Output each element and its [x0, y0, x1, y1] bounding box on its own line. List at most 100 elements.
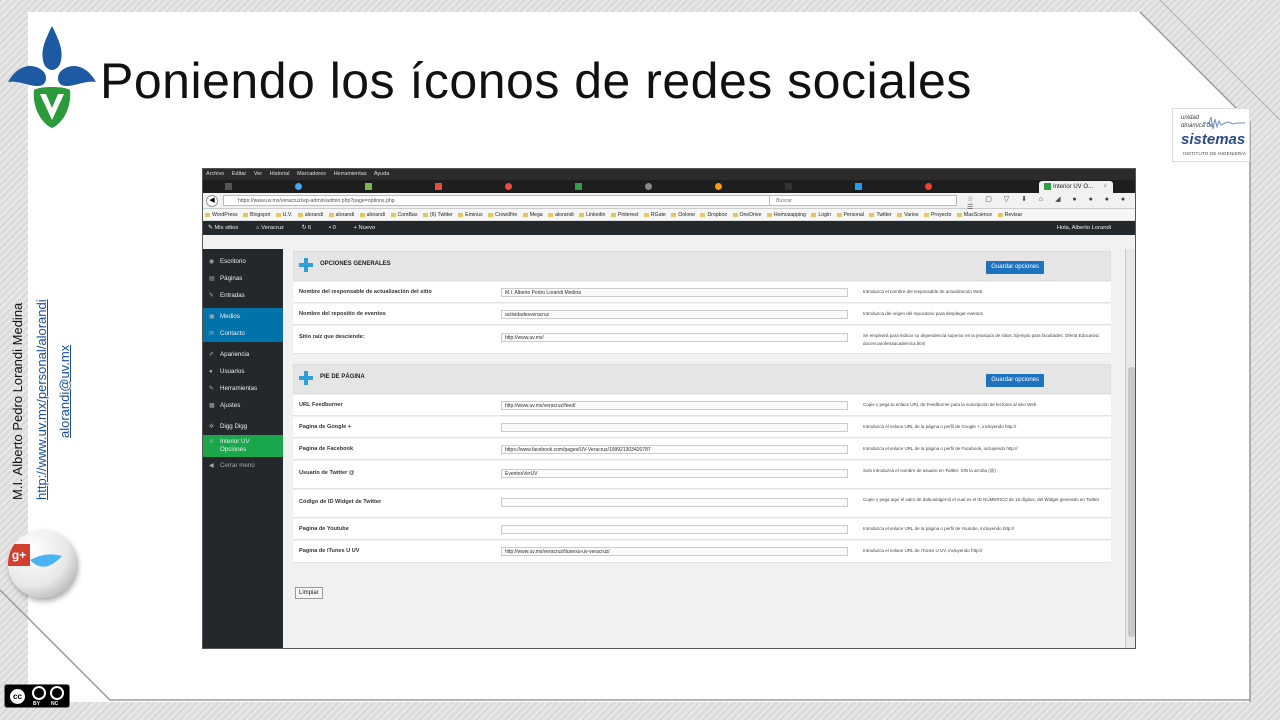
- bookmark-item[interactable]: OneDrive: [733, 212, 762, 218]
- wp-sidebar: ◉ Escritorio ▤ Páginas ✎ Entradas ▣ Medios ✉…: [203, 249, 283, 648]
- bookmark-item[interactable]: Homozapping: [767, 212, 806, 218]
- bookmark-item[interactable]: Eminus: [458, 212, 482, 218]
- scrollbar-thumb[interactable]: [1128, 367, 1135, 637]
- bookmark-item[interactable]: Dropbox: [700, 212, 727, 218]
- browser-tab-active[interactable]: Interior UV O... ×: [1039, 181, 1113, 193]
- sidebar-item-medios[interactable]: ▣ Medios: [203, 308, 283, 325]
- facebook-input[interactable]: https://www.facebook.com/pages/UV-Veracr…: [501, 445, 848, 454]
- bookmark-item[interactable]: Login: [811, 212, 831, 218]
- twitter-widget-input[interactable]: [501, 498, 848, 507]
- sidebar-item-herramientas[interactable]: ✎ Herramientas: [203, 380, 283, 397]
- tab-favicon-icon: [295, 182, 302, 190]
- bookmark-item[interactable]: WordPress: [205, 212, 238, 218]
- save-general-button[interactable]: Guardar opciones: [986, 261, 1044, 274]
- bookmark-item[interactable]: Linkedin: [579, 212, 605, 218]
- browser-tab[interactable]: [343, 181, 401, 193]
- google-plus-icon: g+: [8, 544, 30, 566]
- back-button-icon[interactable]: ◀: [206, 195, 218, 207]
- wp-admin-body: ◉ Escritorio ▤ Páginas ✎ Entradas ▣ Medios ✉…: [203, 249, 1135, 648]
- twitter-user-input[interactable]: EventosVerUV: [501, 469, 848, 478]
- search-field[interactable]: Buscar: [769, 195, 957, 206]
- browser-tab[interactable]: [273, 181, 331, 193]
- url-field[interactable]: https://www.uv.mx/veracruz/wp-admin/admi…: [223, 195, 795, 206]
- bookmark-item[interactable]: Pinterest: [611, 212, 638, 218]
- page-scrollbar[interactable]: [1125, 249, 1135, 648]
- bookmark-item[interactable]: RGate: [644, 212, 666, 218]
- browser-tab[interactable]: [693, 181, 751, 193]
- option-label: Pagina de Facebook: [299, 446, 354, 452]
- bookmark-item[interactable]: Crowdfire: [488, 212, 517, 218]
- menu-historial[interactable]: Historial: [270, 171, 290, 177]
- wp-greeting[interactable]: Hola, Alberto Lorandi: [1057, 221, 1111, 235]
- browser-tab[interactable]: [763, 181, 821, 193]
- wp-comments[interactable]: ▪ 0: [329, 225, 344, 231]
- sidebar-item-apariencia[interactable]: ✐ Apariencia: [203, 346, 283, 363]
- sidebar-item-ajustes[interactable]: ▦ Ajustes: [203, 397, 283, 414]
- wp-updates[interactable]: ↻ 6: [302, 225, 320, 231]
- bookmark-item[interactable]: alorandi: [329, 212, 354, 218]
- bookmark-item[interactable]: alorandi: [548, 212, 573, 218]
- menu-ayuda[interactable]: Ayuda: [374, 171, 390, 177]
- browser-tab[interactable]: [833, 181, 891, 193]
- sidebar-item-cerrar-menu[interactable]: ◀ Cerrar menú: [203, 457, 283, 474]
- personal-page-link[interactable]: http://www.uv.mx/personal/alorandi: [34, 299, 49, 500]
- bookmark-item[interactable]: MasScience: [957, 212, 992, 218]
- bookmark-item[interactable]: ComBas: [391, 212, 418, 218]
- browser-tab[interactable]: [203, 181, 261, 193]
- bookmark-item[interactable]: Blogspot: [243, 212, 270, 218]
- browser-tab[interactable]: [413, 181, 471, 193]
- browser-tab[interactable]: [623, 181, 681, 193]
- bookmark-item[interactable]: Mega: [523, 212, 543, 218]
- bookmark-item[interactable]: alorandi: [360, 212, 385, 218]
- close-tab-icon[interactable]: ×: [1103, 181, 1107, 193]
- bookmark-item[interactable]: alorandi: [298, 212, 323, 218]
- google-plus-input[interactable]: [501, 423, 848, 432]
- sitio-raiz-input[interactable]: http://www.uv.mx/: [501, 333, 848, 342]
- browser-window: Archivo Editar Ver Historial Marcadores …: [202, 168, 1136, 649]
- wp-new[interactable]: + Nuevo: [353, 225, 383, 231]
- option-row: Pagina de Youtube Introduzca el enlace U…: [293, 519, 1111, 540]
- tab-favicon-icon: [435, 182, 442, 190]
- bookmark-item[interactable]: (6) Twitter: [423, 212, 453, 218]
- bookmark-item[interactable]: Twitter: [869, 212, 891, 218]
- bookmark-item[interactable]: Varios: [897, 212, 918, 218]
- waveform-icon: [1203, 116, 1245, 130]
- bookmark-item[interactable]: Revisar: [998, 212, 1023, 218]
- option-description: Introduzca del origen del repositorio pa…: [863, 311, 983, 316]
- responsable-input[interactable]: M.I. Alberto Pedro Lorandi Medina: [501, 288, 848, 297]
- feedburner-input[interactable]: http://www.uv.mx/veracruz/feed/: [501, 401, 848, 410]
- repositorio-input[interactable]: actividadesveracruz: [501, 310, 848, 319]
- option-description: Se empleará para indicar su dependencia …: [863, 333, 1100, 346]
- menu-editar[interactable]: Editar: [232, 171, 246, 177]
- wrench-icon: ✎: [209, 385, 215, 392]
- sidebar-item-contacto[interactable]: ✉ Contacto: [203, 325, 283, 342]
- itunes-input[interactable]: http://www.uv.mx/veracruz/itunesu-uv-ver…: [501, 547, 848, 556]
- limpiar-button[interactable]: Limpiar: [295, 587, 323, 599]
- menu-herramientas[interactable]: Herramientas: [334, 171, 367, 177]
- option-row: Pagina de iTunes U UV http://www.uv.mx/v…: [293, 541, 1111, 563]
- bookmark-item[interactable]: Proyecto: [924, 212, 951, 218]
- sidebar-item-usuarios[interactable]: ● Usuarios: [203, 363, 283, 380]
- bookmark-item[interactable]: U.V.: [276, 212, 293, 218]
- menu-archivo[interactable]: Archivo: [206, 171, 224, 177]
- wp-comments-count: 0: [332, 225, 336, 231]
- wp-my-sites[interactable]: ✎ Mis sitios: [208, 225, 246, 231]
- sidebar-item-digg-digg[interactable]: ✲ Digg Digg: [203, 418, 283, 435]
- bookmark-item[interactable]: Oolone: [671, 212, 695, 218]
- save-footer-button[interactable]: Guardar opciones: [986, 374, 1044, 387]
- youtube-input[interactable]: [501, 525, 848, 534]
- browser-tab[interactable]: [553, 181, 611, 193]
- browser-tab[interactable]: [903, 181, 961, 193]
- sidebar-label: Usuarios: [220, 368, 245, 375]
- option-description: Introduzca el nombre del responsable de …: [863, 289, 984, 294]
- browser-tab[interactable]: [483, 181, 541, 193]
- wp-site-name[interactable]: ⌂ Veracruz: [256, 225, 292, 231]
- menu-marcadores[interactable]: Marcadores: [297, 171, 326, 177]
- sidebar-item-paginas[interactable]: ▤ Páginas: [203, 270, 283, 287]
- menu-ver[interactable]: Ver: [254, 171, 262, 177]
- email-link[interactable]: alorandi@uv.mx: [57, 345, 72, 438]
- sidebar-item-entradas[interactable]: ✎ Entradas: [203, 287, 283, 304]
- sidebar-item-escritorio[interactable]: ◉ Escritorio: [203, 253, 283, 270]
- sidebar-item-interior-uv-opciones[interactable]: ✲ Interior UV Opciones: [203, 435, 283, 457]
- bookmark-item[interactable]: Personal: [837, 212, 864, 218]
